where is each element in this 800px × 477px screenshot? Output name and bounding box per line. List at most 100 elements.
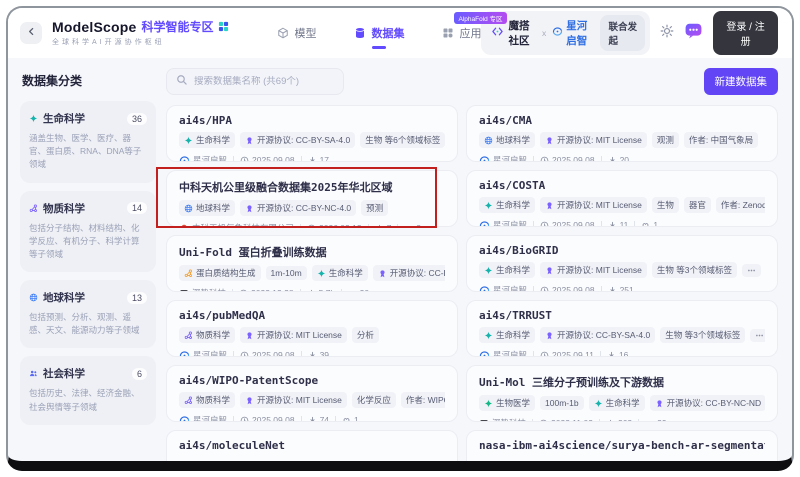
tag[interactable]: 生命科学 — [479, 197, 536, 213]
sidebar-category[interactable]: 地球科学 13 包括预测、分析、观测、遥感、天文、能源动力等子领域 — [20, 280, 156, 349]
dataset-card[interactable]: ai4s/TRRUST 生命科学 开源协议: CC-BY-SA-4.0 生物 等3个… — [466, 300, 778, 357]
dataset-card[interactable]: Uni-Fold 蛋白折叠训练数据 蛋白质结构生成 1m-10m 生命科学 开源协议:… — [166, 235, 458, 292]
tag[interactable]: 作者: Zenodo — [715, 197, 765, 213]
card-likes[interactable]: 29 — [645, 418, 667, 421]
dataset-card[interactable]: 中科天机公里级融合数据集2025年华北区域 地球科学 开源协议: CC-BY-NC… — [166, 170, 458, 227]
tag-more[interactable] — [750, 328, 765, 342]
dataset-card[interactable]: ai4s/moleculeNet — [166, 430, 458, 461]
new-dataset-button[interactable]: 新建数据集 — [703, 68, 778, 95]
card-title[interactable]: ai4s/WIPO-PatentScope — [179, 374, 445, 387]
tag[interactable]: 生物 — [651, 197, 679, 213]
nav-item-models[interactable]: 模型 — [277, 19, 316, 47]
tag[interactable]: 生物 等3个领域标签 — [660, 327, 746, 343]
tag[interactable]: 分析 — [351, 327, 379, 343]
tag[interactable]: 开源协议: CC-BY-NC-ND — [372, 265, 445, 281]
tag[interactable]: 观测 — [651, 132, 679, 148]
tag[interactable]: 作者: 中国气象局 — [683, 132, 759, 148]
card-org[interactable]: 中科天机气象科技有限公司 — [179, 222, 294, 226]
card-title[interactable]: ai4s/TRRUST — [479, 309, 765, 322]
nav-item-apps[interactable]: AlphaFold 专区 应用 — [442, 12, 507, 47]
dataset-card[interactable]: Uni-Mol 三维分子预训练及下游数据 生物医学 100m-1b 生命科学 开源协议… — [466, 365, 778, 422]
tag[interactable]: 物质科学 — [179, 327, 236, 343]
tag[interactable]: 预测 — [361, 200, 389, 216]
card-org[interactable]: 星河启智 — [479, 349, 527, 356]
tag[interactable]: 开源协议: CC-BY-SA-4.0 — [240, 132, 356, 148]
tag[interactable]: 生物 等3个领域标签 — [651, 262, 737, 278]
brand[interactable]: ModelScope 科学智能专区 全球科学AI开源协作枢纽 — [52, 19, 229, 47]
tag[interactable]: 开源协议: MIT License — [540, 197, 647, 213]
card-likes[interactable]: 1 — [641, 220, 658, 226]
dataset-card[interactable]: ai4s/CMA 地球科学 开源协议: MIT License 观测 作者: 中国气象… — [466, 105, 778, 162]
card-downloads: 11 — [608, 220, 628, 226]
card-org[interactable]: 星河启智 — [479, 154, 527, 161]
card-title[interactable]: nasa-ibm-ai4science/surya-bench-ar-segme… — [479, 439, 765, 452]
sidebar-category[interactable]: 物质科学 14 包括分子结构、材料结构、化学反应、有机分子、科学计算等子领域 — [20, 190, 156, 273]
tag[interactable]: 蛋白质结构生成 — [179, 265, 261, 281]
tag-more[interactable] — [741, 263, 761, 277]
sidebar-category[interactable]: 生命科学 36 涵盖生物、医学、医疗、器官、蛋白质、RNA、DNA等子领域 — [20, 101, 156, 183]
tag[interactable]: 物质科学 — [179, 392, 236, 408]
tag[interactable]: 生命科学 — [479, 262, 536, 278]
tag[interactable]: 器官 — [683, 197, 711, 213]
card-downloads: 74 — [308, 415, 329, 421]
theme-toggle-button[interactable] — [660, 24, 674, 43]
card-title[interactable]: ai4s/HPA — [179, 114, 445, 127]
card-title[interactable]: ai4s/COSTA — [479, 179, 765, 192]
tag[interactable]: 开源协议: MIT License — [240, 327, 347, 343]
tag[interactable]: 开源协议: CC-BY-NC-ND — [649, 395, 765, 411]
tag[interactable]: 开源协议: CC-BY-SA-4.0 — [540, 327, 656, 343]
card-likes[interactable]: 20 — [348, 288, 369, 291]
card-likes[interactable]: 1 — [342, 415, 359, 421]
tag[interactable]: 生物医学 — [479, 395, 536, 411]
tag[interactable]: 生命科学 — [479, 327, 536, 343]
dataset-card[interactable]: ai4s/COSTA 生命科学 开源协议: MIT License 生物 器官 作者: … — [466, 170, 778, 227]
tag[interactable]: 生命科学 — [179, 132, 236, 148]
card-tags: 地球科学 开源协议: CC-BY-NC-4.0 预测 — [179, 200, 445, 216]
dataset-search[interactable] — [166, 68, 344, 95]
tag[interactable]: 生命科学 — [311, 265, 368, 281]
card-likes[interactable]: 2 — [404, 223, 421, 226]
brand-tagline: 全球科学AI开源协作枢纽 — [52, 39, 165, 47]
card-org[interactable]: 星河启智 — [179, 414, 227, 421]
tag[interactable]: 100m-1b — [540, 396, 584, 410]
search-input[interactable] — [194, 76, 334, 87]
card-org[interactable]: 星河启智 — [179, 349, 227, 356]
card-org[interactable]: 深势科技 — [479, 417, 526, 421]
tag[interactable]: 1m-10m — [265, 266, 307, 280]
tag[interactable]: 开源协议: MIT License — [540, 132, 647, 148]
tag[interactable]: 开源协议: MIT License — [240, 392, 347, 408]
tag[interactable]: 地球科学 — [179, 200, 236, 216]
category-description: 涵盖生物、医学、医疗、器官、蛋白质、RNA、DNA等子领域 — [29, 133, 142, 170]
card-org[interactable]: 深势科技 — [179, 287, 226, 291]
tag[interactable]: 化学反应 — [351, 392, 396, 408]
card-title[interactable]: Uni-Fold 蛋白折叠训练数据 — [179, 244, 445, 260]
dataset-card[interactable]: nasa-ibm-ai4science/surya-bench-ar-segme… — [466, 430, 778, 461]
dataset-card[interactable]: ai4s/pubMedQA 物质科学 开源协议: MIT License 分析 星河… — [166, 300, 458, 357]
tag[interactable]: 开源协议: CC-BY-NC-4.0 — [240, 200, 357, 216]
feedback-button[interactable] — [684, 21, 703, 45]
tag[interactable]: 生物 等6个领域标签 — [360, 132, 445, 148]
tag[interactable]: 地球科学 — [479, 132, 536, 148]
card-title[interactable]: ai4s/BioGRID — [479, 244, 765, 257]
login-register-button[interactable]: 登录 / 注册 — [713, 11, 778, 55]
dataset-card[interactable]: ai4s/BioGRID 生命科学 开源协议: MIT License 生物 等3个… — [466, 235, 778, 292]
tag[interactable]: 作者: WIPO — [400, 392, 445, 408]
sidebar-category[interactable]: 社会科学 6 包括历史、法律、经济金融、社会舆情等子领域 — [20, 356, 156, 425]
dataset-card[interactable]: ai4s/WIPO-PatentScope 物质科学 开源协议: MIT Lice… — [166, 365, 458, 422]
clock-icon — [539, 419, 548, 421]
back-button[interactable] — [20, 22, 42, 44]
card-title[interactable]: ai4s/pubMedQA — [179, 309, 445, 322]
tag[interactable]: 开源协议: MIT License — [540, 262, 647, 278]
biomed-icon — [484, 399, 493, 408]
card-title[interactable]: ai4s/moleculeNet — [179, 439, 445, 452]
card-title[interactable]: ai4s/CMA — [479, 114, 765, 127]
dataset-card[interactable]: ai4s/HPA 生命科学 开源协议: CC-BY-SA-4.0 生物 等6个领域标… — [166, 105, 458, 162]
card-org[interactable]: 星河启智 — [179, 154, 227, 161]
tag[interactable]: 生命科学 — [588, 395, 645, 411]
card-title[interactable]: Uni-Mol 三维分子预训练及下游数据 — [479, 374, 765, 390]
card-date: 2025.09.08 — [540, 220, 595, 226]
card-org[interactable]: 星河启智 — [479, 284, 527, 291]
nav-item-datasets[interactable]: 数据集 — [354, 19, 404, 47]
card-org[interactable]: 星河启智 — [479, 219, 527, 226]
card-title[interactable]: 中科天机公里级融合数据集2025年华北区域 — [179, 179, 445, 195]
